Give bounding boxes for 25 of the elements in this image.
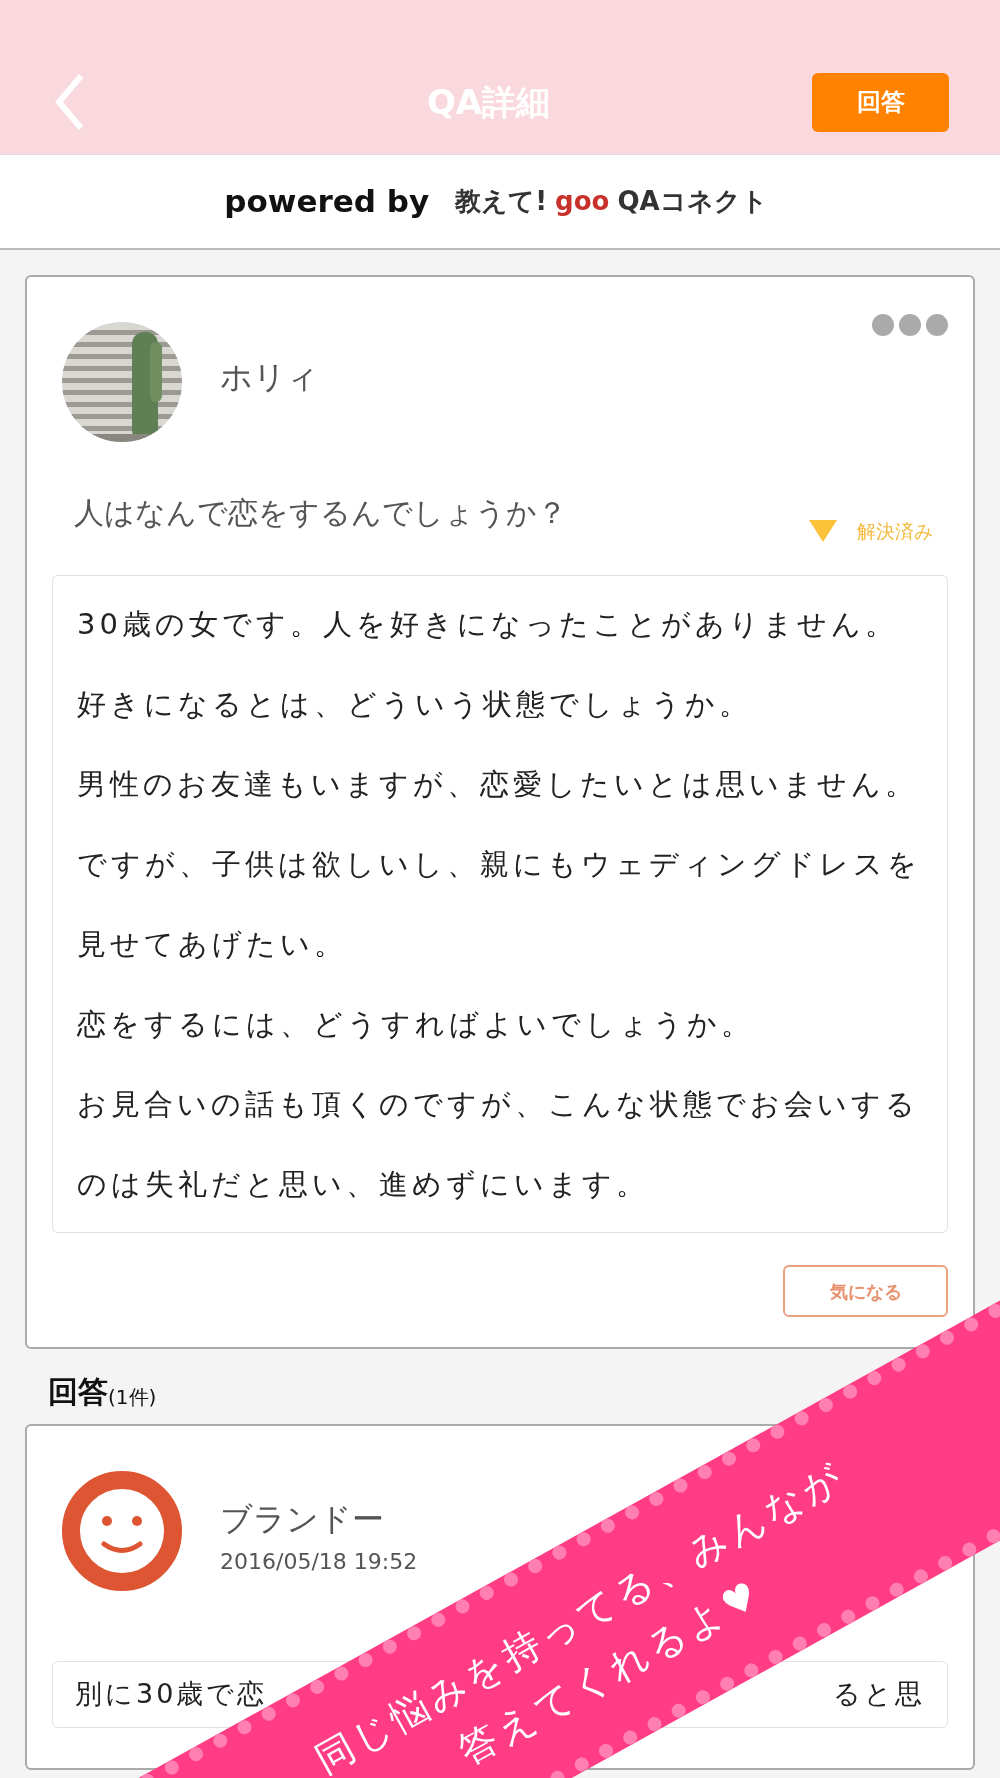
smiley-avatar-icon [62,1471,182,1591]
more-icon[interactable] [872,314,948,336]
answer-button[interactable]: 回答 [812,72,949,132]
body-paragraph: ですが、子供は欲しいし、親にもウェディングドレスを見せてあげたい。 [77,846,922,963]
logo-text: QAコネクト [617,185,768,218]
logo-text: 教えて! [455,185,548,218]
answer-count: (1件) [108,1385,157,1411]
answer-date: 2016/05/18 19:52 [220,1547,418,1576]
status-label: 解決済み [857,518,933,544]
question-title: 人はなんで恋をするんでしょうか？ [74,494,567,532]
body-paragraph: 恋をするには、どうすればよいでしょうか。 [77,1006,755,1043]
user-name: ホリィ [220,357,319,398]
user-name: ブランドー [220,1498,385,1540]
triangle-icon [809,519,837,542]
body-paragraph: 好きになるとは、どういう状態でしょうか。 [77,686,753,723]
body-paragraph: 男性のお友達もいますが、恋愛したいとは思いません。 [77,766,919,803]
answers-heading: 回答 [48,1373,108,1411]
follow-button[interactable]: 気になる [783,1265,948,1317]
body-paragraph: お見合いの話も頂くのですが、こんな状態でお会いするのは失礼だと思い、進めずにいます。 [77,1086,920,1203]
answer-text: 別に30歳で恋 [75,1677,268,1711]
logo-text: goo [555,185,610,218]
answer-text: ると思 [833,1677,925,1711]
back-icon[interactable] [55,72,85,132]
powered-by-label: powered by [224,182,430,222]
body-paragraph: 30歳の女です。人を好きになったことがありません。 [77,606,899,643]
